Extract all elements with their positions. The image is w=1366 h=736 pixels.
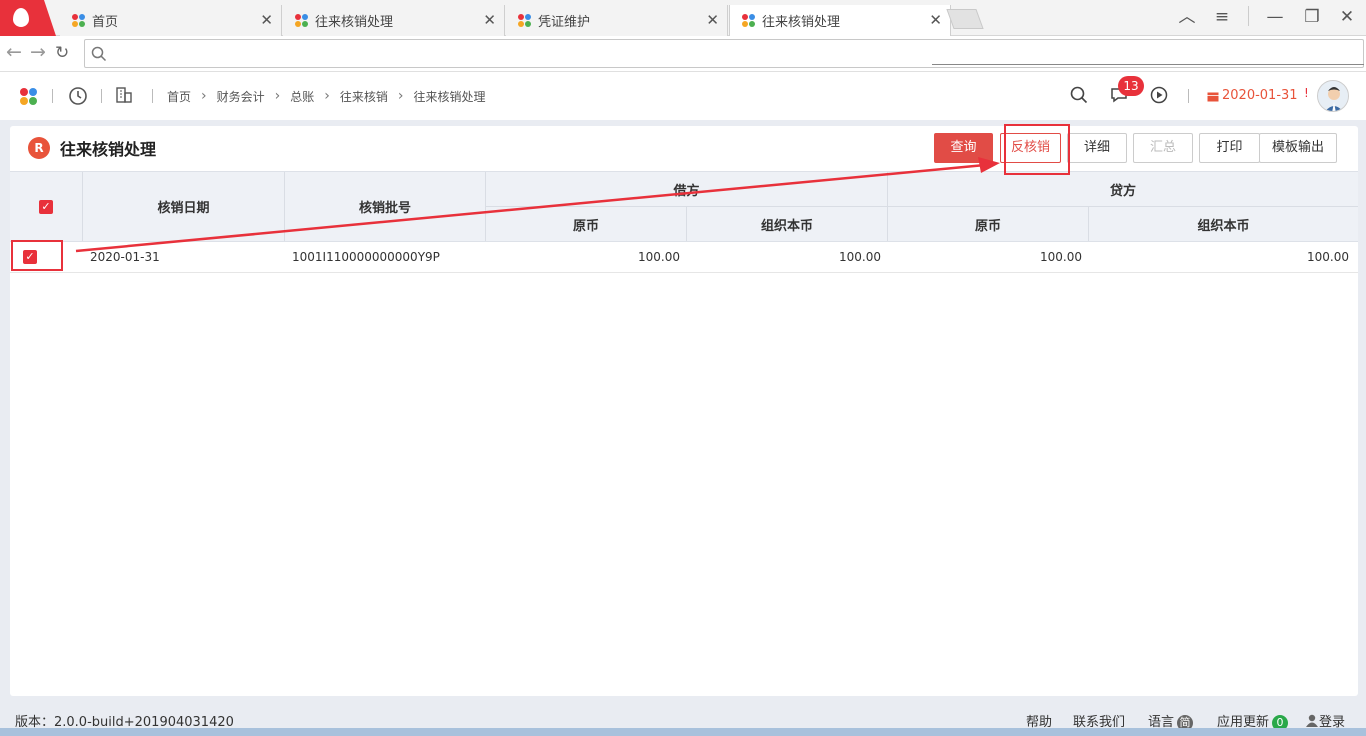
breadcrumb: 首页 › 财务会计 › 总账 › 往来核销 › 往来核销处理 [167,72,486,120]
forward-icon[interactable]: → [30,41,46,63]
tab-label: 往来核销处理 [762,15,841,30]
header-batch[interactable]: 核销批号 [285,172,486,241]
breadcrumb-item-ledger[interactable]: 总账 [290,88,314,105]
page-title-icon: R [28,137,50,159]
cell-credit-original: 100.00 [1040,250,1082,264]
breadcrumb-sep: › [201,88,207,104]
user-avatar-icon [1318,81,1348,111]
page-title-text: 往来核销处理 [60,140,157,159]
tab-label: 往来核销处理 [315,15,394,30]
breadcrumb-sep: › [397,88,404,104]
search-icon [91,46,107,62]
restore-icon[interactable]: ❐ [1297,0,1327,34]
divider [1248,6,1249,26]
breadcrumb-sep: › [274,88,281,104]
tab-voucher[interactable]: 凭证维护 ✕ [506,5,728,36]
print-button[interactable]: 打印 [1199,133,1260,163]
cell-debit-original: 100.00 [638,250,680,264]
user-icon [1306,714,1318,727]
tab-close-icon[interactable]: ✕ [929,11,942,29]
browser-tab-bar: 首页 ✕ 往来核销处理 ✕ 凭证维护 ✕ 往来核销处理 ✕ ︿ ≡ — ❐ ✕ [0,0,1366,36]
header-credit-original[interactable]: 原币 [888,207,1089,241]
tab-home[interactable]: 首页 ✕ [60,5,282,36]
status-bar: 版本：2.0.0-build+201904031420 帮助 联系我们 语言简 … [0,706,1366,731]
back-icon[interactable]: ← [6,41,22,63]
new-tab-button[interactable] [946,9,984,29]
template-export-button[interactable]: 模板输出 [1259,133,1337,163]
app-flower-icon [72,13,86,28]
app-logo-icon[interactable] [20,88,38,106]
detail-button[interactable]: 详细 [1067,133,1127,163]
breadcrumb-item-writeoff[interactable]: 往来核销 [340,88,388,105]
close-window-icon[interactable]: ✕ [1332,0,1362,34]
tab-close-icon[interactable]: ✕ [706,11,719,29]
app-header: 首页 › 财务会计 › 总账 › 往来核销 › 往来核销处理 13 2020-0… [0,72,1366,120]
summary-button[interactable]: 汇总 [1133,133,1193,163]
address-underline [932,64,1364,65]
menu-icon[interactable]: ≡ [1207,0,1237,34]
tab-writeoff-active[interactable]: 往来核销处理 ✕ [729,5,951,36]
divider [1188,89,1189,103]
minimize-icon[interactable]: — [1260,0,1290,34]
header-debit: 借方 [486,172,888,207]
current-date[interactable]: 2020-01-31 [1222,88,1298,103]
app-flower-icon [742,13,756,28]
cell-batch: 1001I110000000000Y9P [292,250,440,264]
header-debit-org[interactable]: 组织本币 [687,207,888,241]
header-debit-original[interactable]: 原币 [486,207,687,241]
building-icon[interactable] [115,86,133,104]
reload-icon[interactable]: ↻ [55,43,69,63]
annotation-box-checkbox [11,240,63,271]
header-date[interactable]: 核销日期 [83,172,285,241]
breadcrumb-item-home[interactable]: 首页 [167,88,191,105]
tab-writeoff-1[interactable]: 往来核销处理 ✕ [283,5,505,36]
browser-logo-icon[interactable] [0,0,56,36]
tab-close-icon[interactable]: ✕ [483,11,496,29]
main-card: R 往来核销处理 查询 反核销 详细 汇总 打印 模板输出 ✓ 核销日期 核销批… [10,126,1358,696]
page-title: R 往来核销处理 [28,135,156,161]
address-bar: ← → ↻ [0,36,1366,72]
tab-label: 凭证维护 [538,15,591,30]
select-all-checkbox[interactable]: ✓ [39,199,53,214]
divider [101,89,102,103]
table-row[interactable]: ✓ 2020-01-31 1001I110000000000Y9P 100.00… [10,242,1358,273]
breadcrumb-sep: › [324,88,330,104]
table-header: ✓ 核销日期 核销批号 借方 贷方 原币 组织本币 原币 组织本币 [10,171,1358,242]
tab-label: 首页 [92,15,119,30]
header-credit: 贷方 [888,172,1358,207]
collapse-icon[interactable]: ︿ [1172,0,1202,34]
os-taskbar [0,728,1366,736]
play-icon[interactable] [1150,86,1168,104]
avatar[interactable] [1317,80,1349,112]
divider [52,89,53,103]
calendar-icon [1207,92,1219,102]
cell-credit-org: 100.00 [1307,250,1349,264]
query-button[interactable]: 查询 [934,133,993,163]
breadcrumb-item-finance[interactable]: 财务会计 [217,88,265,105]
cell-debit-org: 100.00 [839,250,881,264]
header-select-cell: ✓ [10,172,83,241]
cell-date: 2020-01-31 [90,250,160,264]
tab-close-icon[interactable]: ✕ [260,11,273,29]
message-count-badge: 13 [1118,76,1144,96]
alert-mark: ! [1304,86,1309,100]
app-flower-icon [518,13,532,28]
breadcrumb-item-current: 往来核销处理 [413,89,486,104]
search-icon[interactable] [1070,86,1088,104]
history-clock-icon[interactable] [68,86,88,106]
header-credit-org[interactable]: 组织本币 [1089,207,1358,241]
app-flower-icon [295,13,309,28]
divider [152,89,153,103]
annotation-box-unverify [1004,124,1070,175]
